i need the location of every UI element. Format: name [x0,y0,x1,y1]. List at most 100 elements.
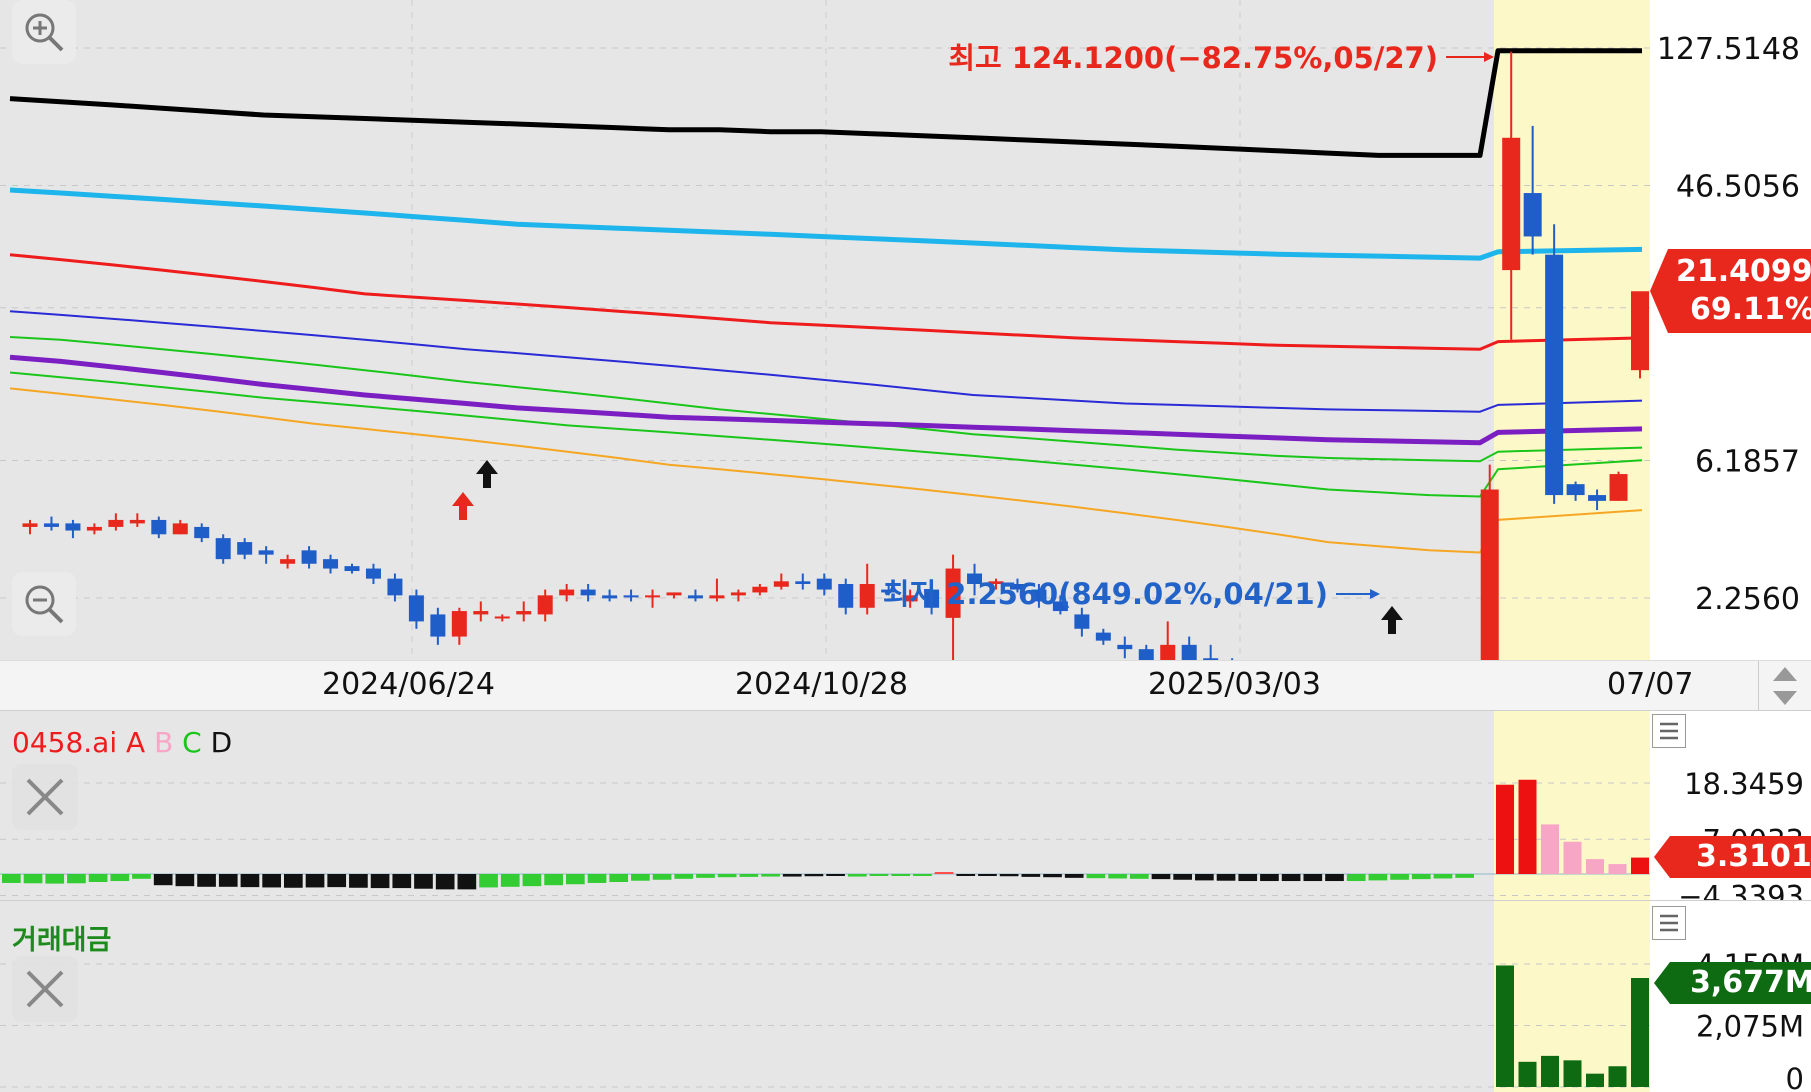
close-icon [26,970,64,1008]
indicator-bar [457,874,477,890]
candlestick [1545,224,1564,504]
indicator-name: 0458.ai [12,726,118,759]
indicator-bar [1108,874,1127,879]
candlestick [1480,464,1499,660]
indicator-bar [826,874,845,876]
indicator-chart: 18.34597.0033−4.3393 [0,711,1804,901]
candle-body [301,550,317,564]
price-chart-pane[interactable]: 127.514846.505618.96096.18572.2560최고 124… [0,0,1811,660]
close-indicator-button[interactable] [12,764,78,830]
menu-icon [1660,914,1678,932]
price-chart[interactable]: 127.514846.505618.96096.18572.2560최고 124… [0,0,1811,660]
indicator-bar [1518,779,1537,874]
candle-body [86,526,102,531]
indicator-bar [45,874,65,884]
indicator-current-value: 3.3101 [1696,839,1811,874]
candle-body [408,595,424,622]
volume-tick-label: 0 [1786,1062,1804,1092]
volume-pane[interactable]: 4,150M2,075M0 [0,900,1811,1092]
candle-body [1566,484,1585,496]
zoom-in-icon [25,13,64,52]
indicator-bar [587,874,607,883]
indicator-bar [565,874,585,885]
indicator-bar [1303,874,1323,882]
candle-body [709,595,725,599]
indicator-bar [370,874,390,889]
indicator-bar [1608,864,1627,874]
volume-tick-label: 2,075M [1696,1010,1804,1044]
scroll-arrows-button[interactable] [1758,661,1811,711]
indicator-bar [500,874,520,887]
close-volume-button[interactable] [12,956,78,1022]
candlestick [1609,471,1628,501]
candle-body [730,592,746,596]
indicator-bar [1631,857,1649,874]
candle-body [43,523,59,527]
candle-body [365,568,381,579]
candle-body [580,589,596,596]
candle-body [752,586,768,593]
candle-body [666,592,682,596]
indicator-series-letter: D [201,726,233,759]
indicator-bar [1281,874,1301,882]
candle-body [1631,291,1649,371]
volume-bar [1496,965,1514,1087]
date-label: 2024/06/24 [322,667,495,702]
volume-bar [1631,978,1649,1087]
date-axis-row: 2024/06/24 2024/10/28 2025/03/03 07/07 [0,660,1811,711]
indicator-bar [891,874,911,876]
volume-bar [1608,1066,1627,1087]
candle-body [1609,474,1628,501]
candle-body [258,550,274,555]
indicator-bar [1563,841,1582,874]
indicator-pane[interactable]: 18.34597.0033−4.3393 [0,710,1811,901]
candle-body [387,578,403,596]
indicator-bar [2,874,21,883]
candle-body [344,566,360,572]
indicator-menu-button[interactable] [1652,714,1686,748]
indicator-bar [1151,874,1171,880]
indicator-bar [240,874,260,888]
price-tick-label: 46.5056 [1676,169,1800,204]
candle-body [687,595,703,599]
indicator-tick-label: −4.3393 [1678,880,1804,901]
indicator-bar [1586,859,1604,874]
zoom-out-button[interactable] [12,572,76,636]
volume-panel-label: 거래대금 [12,925,112,956]
candle-body [237,542,253,555]
date-label: 2024/10/28 [735,667,908,702]
scroll-arrows-icon [1773,667,1797,705]
indicator-value-badge: 3.3101 [1654,836,1811,878]
candle-body [1181,644,1197,660]
candle-body [172,523,188,535]
low-price-annotation: 최저 2.2560(849.02%,04/21) [883,577,1328,611]
indicator-bar [175,874,195,887]
candle-body [323,559,339,569]
candle-body [65,523,81,531]
indicator-bar [1260,874,1279,882]
indicator-series-letter: A [117,726,146,759]
indicator-bar [1433,874,1453,879]
indicator-background [0,711,1650,901]
volume-menu-button[interactable] [1652,906,1686,940]
candle-body [602,595,618,599]
indicator-bar [934,872,954,874]
indicator-bar [327,874,347,888]
indicator-bar [782,874,802,877]
candle-body [108,519,124,527]
candle-body [473,611,489,615]
candle-body [1160,644,1176,660]
candle-body [1138,649,1154,660]
indicator-bar [1368,874,1388,881]
indicator-bar [847,874,867,877]
indicator-bar [1346,874,1366,882]
indicator-bar [1129,874,1149,879]
candle-body [623,595,639,598]
indicator-bar [674,874,694,879]
candle-body [430,614,446,637]
recent-period-highlight [1494,0,1650,660]
candle-body [1502,137,1521,271]
indicator-bar [1021,874,1041,877]
indicator-label: 0458.ai A B C D [12,726,232,759]
zoom-in-button[interactable] [12,0,76,64]
